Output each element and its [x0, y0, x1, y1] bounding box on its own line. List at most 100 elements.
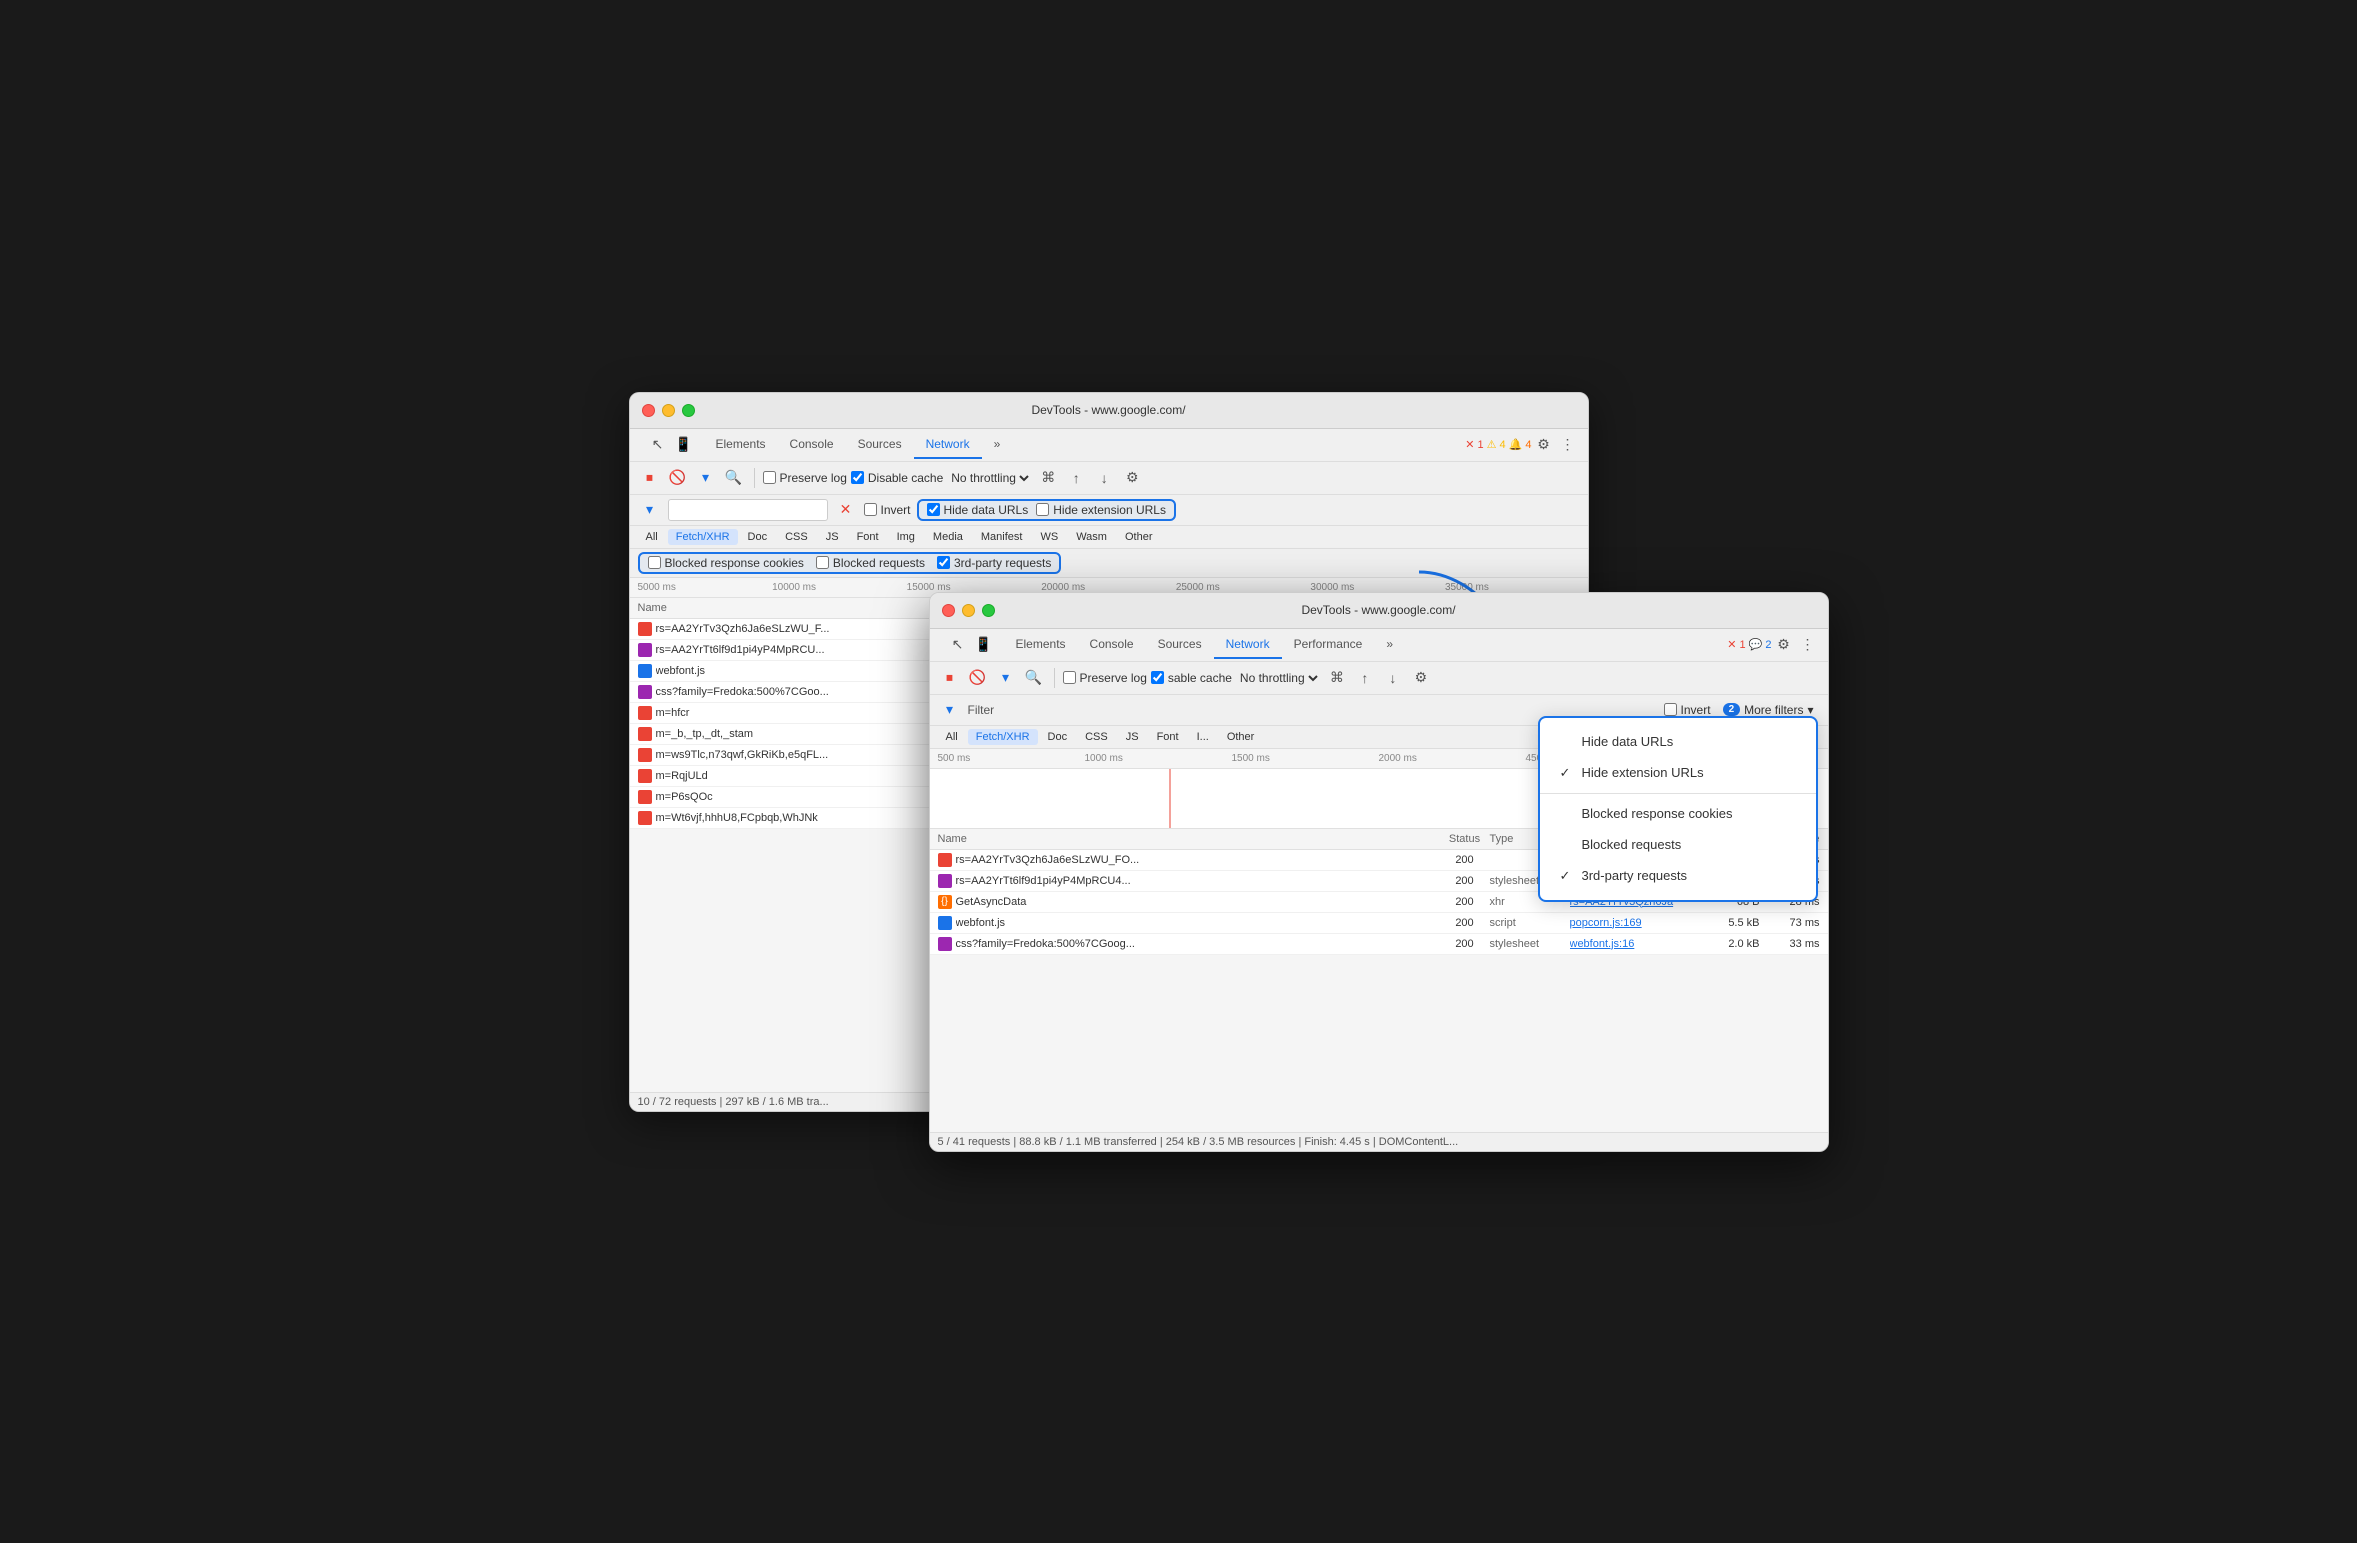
row-initiator[interactable]: popcorn.js:169	[1570, 917, 1690, 929]
row-initiator[interactable]: webfont.js:16	[1570, 938, 1690, 950]
tab-more[interactable]: »	[982, 431, 1013, 459]
type-js[interactable]: JS	[818, 529, 847, 545]
front-tab-performance[interactable]: Performance	[1282, 631, 1375, 659]
clear-btn[interactable]: 🚫	[666, 466, 690, 490]
close-button[interactable]	[642, 404, 655, 417]
front-more-icon[interactable]: ⋮	[1796, 633, 1820, 657]
dropdown-blocked-requests[interactable]: Blocked requests	[1540, 829, 1816, 860]
front-disable-cache-checkbox[interactable]	[1151, 671, 1164, 684]
download-icon[interactable]: ↓	[1092, 466, 1116, 490]
front-settings2-icon[interactable]: ⚙	[1409, 666, 1433, 690]
filter-input[interactable]	[668, 499, 828, 521]
settings2-icon[interactable]: ⚙	[1120, 466, 1144, 490]
front-type-css[interactable]: CSS	[1077, 729, 1116, 745]
blocked-response-cookies-label[interactable]: Blocked response cookies	[648, 556, 804, 570]
hide-data-urls-checkbox[interactable]	[927, 503, 940, 516]
front-stop-btn[interactable]: ⏹	[938, 666, 962, 690]
front-search-btn[interactable]: 🔍	[1022, 666, 1046, 690]
front-filter-icon2[interactable]: ▾	[938, 698, 962, 722]
front-type-other[interactable]: Other	[1219, 729, 1263, 745]
type-manifest[interactable]: Manifest	[973, 529, 1031, 545]
type-ws[interactable]: WS	[1032, 529, 1066, 545]
maximize-button[interactable]	[682, 404, 695, 417]
type-other[interactable]: Other	[1117, 529, 1161, 545]
front-upload-icon[interactable]: ↑	[1353, 666, 1377, 690]
dropdown-hide-data-urls[interactable]: Hide data URLs	[1540, 726, 1816, 757]
blocked-response-cookies-checkbox[interactable]	[648, 556, 661, 569]
tab-network[interactable]: Network	[914, 431, 982, 459]
front-invert-checkbox[interactable]	[1664, 703, 1677, 716]
close-button-front[interactable]	[942, 604, 955, 617]
front-type-font[interactable]: Font	[1149, 729, 1187, 745]
tab-elements[interactable]: Elements	[704, 431, 778, 459]
minimize-button[interactable]	[662, 404, 675, 417]
front-type-js[interactable]: JS	[1118, 729, 1147, 745]
type-img[interactable]: Img	[889, 529, 923, 545]
type-wasm[interactable]: Wasm	[1068, 529, 1115, 545]
device-icon[interactable]: 📱	[672, 433, 696, 457]
inspector-icon-front[interactable]: ↖	[946, 633, 970, 657]
front-type-all[interactable]: All	[938, 729, 966, 745]
throttle-select[interactable]: No throttling	[947, 470, 1032, 486]
table-row[interactable]: webfont.js 200 script popcorn.js:169 5.5…	[930, 913, 1828, 934]
dropdown-blocked-response-cookies[interactable]: Blocked response cookies	[1540, 798, 1816, 829]
stop-recording-btn[interactable]: ⏹	[638, 466, 662, 490]
minimize-button-front[interactable]	[962, 604, 975, 617]
more-icon[interactable]: ⋮	[1556, 433, 1580, 457]
wifi-icon[interactable]: ⌘	[1036, 466, 1060, 490]
front-type-doc[interactable]: Doc	[1040, 729, 1076, 745]
type-all[interactable]: All	[638, 529, 666, 545]
front-tab-more[interactable]: »	[1374, 631, 1405, 659]
invert-label[interactable]: Invert	[864, 503, 911, 517]
back-title-bar: DevTools - www.google.com/	[630, 393, 1588, 429]
third-party-requests-label[interactable]: 3rd-party requests	[937, 556, 1051, 570]
front-tab-sources[interactable]: Sources	[1146, 631, 1214, 659]
device-icon-front[interactable]: 📱	[972, 633, 996, 657]
front-preserve-log-checkbox[interactable]	[1063, 671, 1076, 684]
front-throttle-select[interactable]: No throttling	[1236, 670, 1321, 686]
table-row[interactable]: css?family=Fredoka:500%7CGoog... 200 sty…	[930, 934, 1828, 955]
back-blocked-container: Blocked response cookies Blocked request…	[630, 549, 1588, 578]
clear-filter-btn[interactable]: ✕	[834, 498, 858, 522]
front-type-fetchxhr[interactable]: Fetch/XHR	[968, 729, 1038, 745]
front-invert-label[interactable]: Invert	[1664, 703, 1711, 717]
front-filter-icon[interactable]: ▾	[994, 666, 1018, 690]
dropdown-third-party-requests[interactable]: 3rd-party requests	[1540, 860, 1816, 892]
invert-checkbox[interactable]	[864, 503, 877, 516]
dropdown-hide-extension-urls[interactable]: Hide extension URLs	[1540, 757, 1816, 789]
front-tab-console[interactable]: Console	[1078, 631, 1146, 659]
front-settings-icon[interactable]: ⚙	[1772, 633, 1796, 657]
hide-extension-urls-label[interactable]: Hide extension URLs	[1036, 503, 1166, 517]
maximize-button-front[interactable]	[982, 604, 995, 617]
front-type-img[interactable]: I...	[1189, 729, 1217, 745]
filter-icon2[interactable]: ▾	[638, 498, 662, 522]
front-disable-cache-label[interactable]: sable cache	[1151, 671, 1232, 685]
search-btn[interactable]: 🔍	[722, 466, 746, 490]
blocked-requests-checkbox[interactable]	[816, 556, 829, 569]
front-preserve-log-label[interactable]: Preserve log	[1063, 671, 1147, 685]
front-clear-btn[interactable]: 🚫	[966, 666, 990, 690]
filter-icon[interactable]: ▾	[694, 466, 718, 490]
preserve-log-checkbox[interactable]	[763, 471, 776, 484]
hide-data-urls-label[interactable]: Hide data URLs	[927, 503, 1029, 517]
inspector-icon[interactable]: ↖	[646, 433, 670, 457]
front-download-icon[interactable]: ↓	[1381, 666, 1405, 690]
disable-cache-checkbox[interactable]	[851, 471, 864, 484]
front-wifi-icon[interactable]: ⌘	[1325, 666, 1349, 690]
blocked-requests-label[interactable]: Blocked requests	[816, 556, 925, 570]
tab-sources[interactable]: Sources	[846, 431, 914, 459]
type-font[interactable]: Font	[849, 529, 887, 545]
front-tab-elements[interactable]: Elements	[1004, 631, 1078, 659]
type-media[interactable]: Media	[925, 529, 971, 545]
front-tab-network[interactable]: Network	[1214, 631, 1282, 659]
disable-cache-label[interactable]: Disable cache	[851, 471, 943, 485]
tab-console[interactable]: Console	[778, 431, 846, 459]
upload-icon[interactable]: ↑	[1064, 466, 1088, 490]
preserve-log-label[interactable]: Preserve log	[763, 471, 847, 485]
settings-icon[interactable]: ⚙	[1532, 433, 1556, 457]
type-doc[interactable]: Doc	[740, 529, 776, 545]
type-css[interactable]: CSS	[777, 529, 816, 545]
third-party-requests-checkbox[interactable]	[937, 556, 950, 569]
type-fetchxhr[interactable]: Fetch/XHR	[668, 529, 738, 545]
hide-extension-urls-checkbox[interactable]	[1036, 503, 1049, 516]
